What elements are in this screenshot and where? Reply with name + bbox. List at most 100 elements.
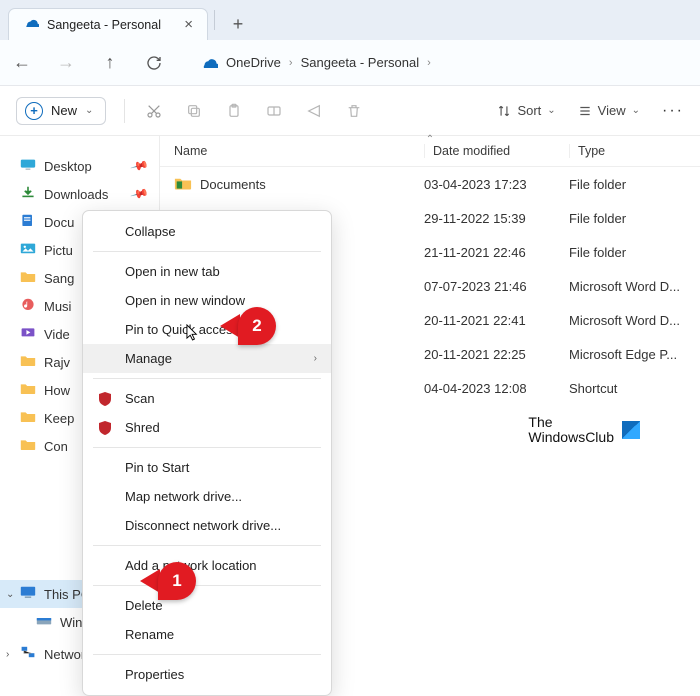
close-icon[interactable]: ×	[184, 16, 193, 33]
context-menu-item[interactable]: Delete	[83, 591, 331, 620]
context-menu-item[interactable]: Scan	[83, 384, 331, 413]
context-menu-separator	[93, 378, 321, 379]
plus-icon: +	[25, 102, 43, 120]
chevron-down-icon: ⌄	[6, 589, 14, 600]
context-menu-item[interactable]: Add a network location	[83, 551, 331, 580]
sidebar-label: Con	[44, 439, 68, 454]
file-date: 21-11-2021 22:46	[424, 245, 569, 260]
sidebar-label: Keep	[44, 411, 74, 426]
picture-icon	[20, 242, 36, 258]
tab-divider	[214, 10, 215, 30]
breadcrumb-current[interactable]: Sangeeta - Personal	[301, 55, 420, 70]
context-menu-item[interactable]: Collapse	[83, 217, 331, 246]
context-menu-separator	[93, 447, 321, 448]
file-type: Shortcut	[569, 381, 686, 396]
sidebar-label: Rajv	[44, 355, 70, 370]
file-date: 20-11-2021 22:25	[424, 347, 569, 362]
new-label: New	[51, 103, 77, 118]
paste-button[interactable]	[223, 100, 245, 122]
refresh-button[interactable]	[144, 53, 164, 73]
breadcrumb-root[interactable]: OneDrive	[226, 55, 281, 70]
doc-blue-icon	[20, 214, 36, 230]
up-button[interactable]: ↑	[100, 53, 120, 73]
context-menu-separator	[93, 585, 321, 586]
column-headers: ⌃ Name Date modified Type	[160, 136, 700, 167]
more-button[interactable]: ···	[662, 102, 684, 120]
context-menu-item[interactable]: Disconnect network drive...	[83, 511, 331, 540]
view-label: View	[598, 103, 626, 118]
callout-number: 1	[158, 562, 196, 600]
sidebar-label: Downloads	[44, 187, 108, 202]
back-button[interactable]: ←	[12, 53, 32, 73]
context-menu-item[interactable]: Open in new window	[83, 286, 331, 315]
sidebar-item[interactable]: Downloads 📌	[0, 180, 159, 208]
download-icon	[20, 186, 36, 202]
sidebar-item[interactable]: Desktop 📌	[0, 152, 159, 180]
context-menu-label: Shred	[125, 420, 160, 435]
sidebar-label: Desktop	[44, 159, 92, 174]
delete-button[interactable]	[343, 100, 365, 122]
chevron-right-icon: ›	[6, 649, 9, 660]
context-menu-label: Pin to Start	[125, 460, 189, 475]
new-button[interactable]: + New ⌄	[16, 97, 106, 125]
file-date: 03-04-2023 17:23	[424, 177, 569, 192]
desktop-icon	[20, 158, 36, 174]
context-menu-item[interactable]: Pin to Quick access	[83, 315, 331, 344]
context-menu-separator	[93, 545, 321, 546]
onedrive-icon	[23, 17, 39, 33]
sidebar-label: How	[44, 383, 70, 398]
context-menu-item[interactable]: Rename	[83, 620, 331, 649]
copy-button[interactable]	[183, 100, 205, 122]
context-menu-item[interactable]: Properties	[83, 660, 331, 689]
watermark: The WindowsClub	[528, 415, 640, 446]
sort-label: Sort	[517, 103, 541, 118]
file-type: File folder	[569, 177, 686, 192]
chevron-right-icon: ›	[289, 57, 293, 69]
mcafee-icon	[97, 420, 113, 436]
context-menu-label: Delete	[125, 598, 163, 613]
mcafee-icon	[97, 391, 113, 407]
watermark-text: The	[528, 415, 614, 430]
folder-icon	[174, 176, 192, 192]
file-row[interactable]: Documents 03-04-2023 17:23 File folder	[160, 167, 700, 201]
rename-button[interactable]	[263, 100, 285, 122]
context-menu: Collapse Open in new tabOpen in new windo…	[82, 210, 332, 696]
sidebar-label: Docu	[44, 215, 74, 230]
sidebar-label: Musi	[44, 299, 71, 314]
sidebar-label: Sang	[44, 271, 74, 286]
chevron-down-icon: ⌄	[547, 105, 555, 116]
drive-icon	[36, 614, 52, 630]
column-name[interactable]: Name	[174, 144, 424, 158]
share-button[interactable]	[303, 100, 325, 122]
view-button[interactable]: View ⌄	[578, 103, 640, 118]
sort-indicator-icon: ⌃	[426, 134, 434, 145]
cursor-icon	[186, 324, 201, 344]
context-menu-item[interactable]: Manage›	[83, 344, 331, 373]
sort-button[interactable]: Sort ⌄	[497, 103, 555, 118]
column-label: Type	[578, 144, 605, 158]
context-menu-separator	[93, 251, 321, 252]
nav-bar: ← → ↑ OneDrive › Sangeeta - Personal ›	[0, 40, 700, 86]
context-menu-item[interactable]: Shred	[83, 413, 331, 442]
file-name: Documents	[200, 177, 266, 192]
folder-icon	[20, 382, 36, 398]
context-menu-item[interactable]: Open in new tab	[83, 257, 331, 286]
context-menu-label: Map network drive...	[125, 489, 242, 504]
column-label: Date modified	[433, 144, 510, 158]
context-menu-item[interactable]: Pin to Start	[83, 453, 331, 482]
context-menu-label: Disconnect network drive...	[125, 518, 281, 533]
forward-button[interactable]: →	[56, 53, 76, 73]
context-menu-separator	[93, 654, 321, 655]
network-icon	[20, 646, 36, 662]
context-menu-item[interactable]: Map network drive...	[83, 482, 331, 511]
column-date[interactable]: Date modified	[424, 144, 569, 158]
pc-icon	[20, 586, 36, 602]
new-tab-button[interactable]: +	[221, 8, 255, 40]
file-date: 29-11-2022 15:39	[424, 211, 569, 226]
watermark-text: WindowsClub	[528, 430, 614, 445]
cut-button[interactable]	[143, 100, 165, 122]
file-date: 04-04-2023 12:08	[424, 381, 569, 396]
browser-tab[interactable]: Sangeeta - Personal ×	[8, 8, 208, 40]
column-type[interactable]: Type	[569, 144, 686, 158]
file-date: 20-11-2021 22:41	[424, 313, 569, 328]
